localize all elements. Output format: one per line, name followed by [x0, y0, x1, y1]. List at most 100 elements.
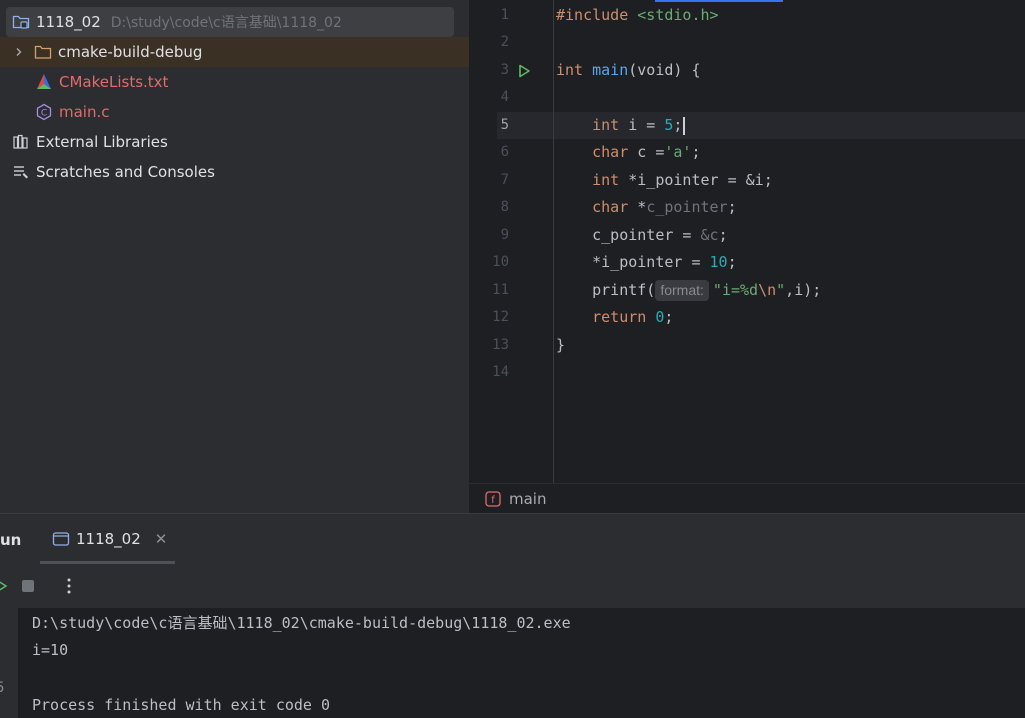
line-number: 7	[500, 172, 509, 188]
line-number: 12	[492, 309, 509, 325]
code-line-11: printf(format: "i=%d\n",i);	[556, 277, 821, 304]
tree-item-label: External Libraries	[36, 133, 168, 151]
tree-item-cmakelists[interactable]: CMakeLists.txt	[0, 67, 168, 97]
token-text: ;	[727, 253, 737, 271]
code-line-5: int i = 5;	[556, 112, 686, 139]
token-text: ;	[673, 116, 683, 134]
code-line-8: char *c_pointer;	[556, 194, 737, 221]
console-line: D:\study\code\c语言基础\1118_02\cmake-build-…	[32, 614, 571, 632]
token-keyword: char	[592, 198, 629, 216]
breadcrumb-label: main	[509, 489, 547, 508]
console-icon	[52, 530, 70, 548]
line-number: 11	[492, 282, 509, 298]
token-text: i =	[619, 116, 665, 134]
close-icon[interactable]: ✕	[155, 530, 168, 548]
code-line-9: c_pointer = &c;	[556, 222, 728, 249]
token-keyword: char	[592, 143, 629, 161]
token-string: "	[776, 281, 786, 299]
token-text: *	[628, 198, 647, 216]
cmake-icon	[35, 73, 53, 91]
code-line-12: return 0;	[556, 304, 673, 331]
code-line-3: int main(void) {	[556, 57, 701, 84]
token-text: ;	[664, 308, 674, 326]
token-text: ;	[727, 198, 737, 216]
function-icon: f	[485, 490, 501, 507]
line-number: 13	[492, 337, 509, 353]
run-tab-1118-02[interactable]: 1118_02 ✕	[40, 514, 175, 564]
scratches-icon	[12, 163, 30, 181]
token-text: c =	[628, 143, 665, 161]
tree-item-label: main.c	[59, 103, 110, 121]
token-function-call: printf(	[592, 281, 656, 299]
token-string: "i=%d	[712, 281, 759, 299]
line-number: 4	[500, 89, 509, 105]
project-folder-icon	[12, 13, 30, 31]
token-header: <stdio.h>	[628, 6, 719, 24]
svg-text:C: C	[41, 109, 47, 119]
line-number-gutter: 1 2 3 4 5 6 7 8 9 10 11 12 13 14	[469, 0, 554, 483]
console-output[interactable]: D:\study\code\c语言基础\1118_02\cmake-build-…	[18, 608, 1025, 718]
token-address: &c	[700, 226, 719, 244]
line-number: 1	[500, 7, 509, 23]
run-tool-window-title: un	[0, 531, 22, 549]
project-root-name: 1118_02	[36, 13, 101, 31]
run-tool-window-header: un 1118_02 ✕	[0, 514, 1025, 564]
code-editor[interactable]: 1 2 3 4 5 6 7 8 9 10 11 12 13 14 #includ…	[469, 0, 1025, 513]
chevron-right-icon[interactable]	[12, 45, 26, 59]
code-line-10: *i_pointer = 10;	[556, 249, 737, 276]
tree-item-label: cmake-build-debug	[58, 43, 203, 61]
text-caret	[683, 116, 686, 135]
rerun-icon[interactable]	[0, 577, 12, 595]
token-text: }	[556, 336, 566, 354]
token-keyword: int	[592, 171, 620, 189]
tree-item-label: CMakeLists.txt	[59, 73, 169, 91]
line-number: 2	[500, 34, 509, 50]
token-function: main	[592, 61, 629, 79]
console-line: Process finished with exit code 0	[32, 696, 331, 714]
more-options-icon[interactable]	[60, 577, 78, 595]
token-number: 10	[709, 253, 728, 271]
line-number: 3	[500, 62, 509, 78]
library-icon	[12, 133, 30, 151]
token-text: ;	[718, 226, 728, 244]
svg-text:f: f	[491, 495, 495, 506]
tree-item-scratches[interactable]: Scratches and Consoles	[0, 157, 215, 187]
code-line-1: #include <stdio.h>	[556, 2, 719, 29]
token-unused-var: c_pointer	[646, 198, 728, 216]
code-line-7: int *i_pointer = &i;	[556, 167, 773, 194]
token-text: ;	[691, 143, 701, 161]
line-number: 10	[492, 254, 509, 270]
parameter-hint: format:	[655, 280, 709, 301]
tree-item-cmake-build-debug[interactable]: cmake-build-debug	[0, 37, 469, 67]
run-gutter-icon[interactable]	[515, 62, 533, 80]
line-number: 8	[500, 199, 509, 215]
line-number: 14	[492, 364, 509, 380]
token-string: 'a'	[664, 143, 692, 161]
token-text: ,i);	[785, 281, 822, 299]
console-gutter	[0, 608, 18, 718]
line-number: 9	[500, 227, 509, 243]
project-root-item[interactable]: 1118_02 D:\study\code\c语言基础\1118_02	[6, 7, 454, 37]
tree-item-external-libraries[interactable]: External Libraries	[0, 127, 168, 157]
token-escape: \n	[758, 281, 777, 299]
project-tool-window: 1118_02 D:\study\code\c语言基础\1118_02 cmak…	[0, 0, 469, 513]
token-text: (void) {	[628, 61, 701, 79]
folder-icon	[34, 43, 52, 61]
run-toolbar	[0, 564, 1025, 608]
code-line-6: char c ='a';	[556, 139, 701, 166]
token-keyword: int	[556, 61, 584, 79]
token-text: *i_pointer =	[592, 253, 710, 271]
project-root-path: D:\study\code\c语言基础\1118_02	[110, 15, 342, 31]
stop-icon[interactable]	[19, 577, 37, 595]
run-tab-label: 1118_02	[76, 530, 141, 548]
token-directive: #include	[556, 6, 629, 24]
editor-breadcrumb[interactable]: f main	[469, 483, 1025, 513]
console-gutter-digit: 5	[0, 680, 5, 696]
line-number: 6	[500, 144, 509, 160]
tree-item-main-c[interactable]: C main.c	[0, 97, 110, 127]
token-keyword: return	[592, 308, 647, 326]
tree-item-label: Scratches and Consoles	[36, 163, 215, 181]
c-file-icon: C	[35, 103, 53, 121]
token-keyword: int	[592, 116, 620, 134]
line-number-current: 5	[500, 117, 509, 133]
